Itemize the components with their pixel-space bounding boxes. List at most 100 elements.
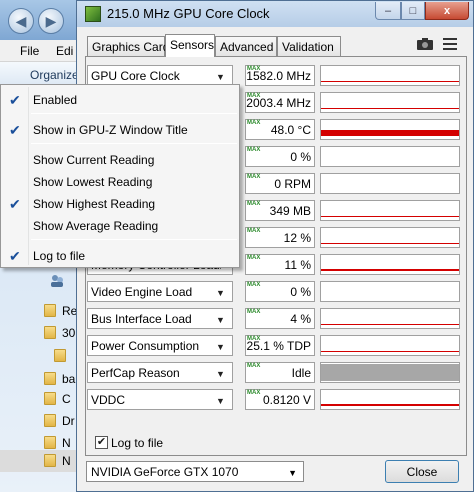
- menu-item-label: Enabled: [33, 93, 78, 107]
- tab-graphics-card[interactable]: Graphics Card: [87, 36, 169, 56]
- chevron-down-icon: ▼: [216, 72, 225, 82]
- checkmark-icon: ✔: [96, 436, 107, 448]
- menu-item[interactable]: Show Average Reading: [3, 215, 239, 237]
- max-badge: MAX: [247, 255, 261, 261]
- sensor-name-dropdown[interactable]: PerfCap Reason ▼: [87, 362, 233, 383]
- gpu-select-value: NVIDIA GeForce GTX 1070: [91, 465, 239, 479]
- tree-item-label: Dr: [62, 414, 75, 428]
- title-bar[interactable]: 215.0 MHz GPU Core Clock – □ x: [77, 1, 473, 27]
- sensor-value: MAX 0 %: [245, 281, 315, 302]
- gpu-select[interactable]: NVIDIA GeForce GTX 1070 ▼: [86, 461, 304, 482]
- sensor-value: MAX Idle: [245, 362, 315, 383]
- sensor-graph: [320, 335, 460, 356]
- chevron-down-icon: ▼: [216, 288, 225, 298]
- sensor-context-menu: ✔ Enabled ✔ Show in GPU-Z Window Title Show …: [0, 84, 240, 268]
- checkmark-icon: ✔: [9, 248, 21, 264]
- folder-icon: [54, 349, 66, 362]
- sensor-graph: [320, 389, 460, 410]
- sensor-graph: [320, 92, 460, 113]
- sensor-graph-fill: [321, 324, 459, 325]
- sensor-name-label: GPU Core Clock: [91, 69, 180, 83]
- sensor-value-text: 349 MB: [269, 204, 311, 218]
- max-badge: MAX: [247, 174, 261, 180]
- explorer-nav-buttons: ◀ ▶: [8, 8, 64, 34]
- tab-validation[interactable]: Validation: [277, 36, 341, 56]
- sensor-graph: [320, 200, 460, 221]
- sensor-graph: [320, 227, 460, 248]
- menu-item-label: Show in GPU-Z Window Title: [33, 123, 188, 137]
- menu-item[interactable]: ✔ Log to file: [3, 245, 239, 267]
- sensor-value-text: 11 %: [284, 258, 311, 272]
- sensor-value-text: 4 %: [290, 312, 311, 326]
- sensor-value-text: Idle: [291, 366, 311, 380]
- max-badge: MAX: [247, 336, 261, 342]
- sensor-graph: [320, 65, 460, 86]
- sensor-value: MAX 0 %: [245, 146, 315, 167]
- sensor-row: Power Consumption ▼ MAX 25.1 % TDP: [87, 335, 463, 357]
- sensor-value: MAX 48.0 °C: [245, 119, 315, 140]
- menu-icon[interactable]: [443, 38, 457, 50]
- camera-icon[interactable]: [417, 38, 433, 50]
- sensor-graph-fill: [321, 364, 459, 381]
- menu-file[interactable]: File: [20, 44, 39, 58]
- sensor-value: MAX 0.8120 V: [245, 389, 315, 410]
- tab-sensors[interactable]: Sensors: [165, 34, 215, 57]
- checkmark-icon: ✔: [9, 92, 21, 108]
- sensor-row: VDDC ▼ MAX 0.8120 V: [87, 389, 463, 411]
- sensor-graph-fill: [321, 81, 459, 82]
- menu-item-label: Show Average Reading: [33, 219, 159, 233]
- log-to-file-checkbox[interactable]: ✔: [95, 436, 108, 449]
- menu-item[interactable]: Show Current Reading: [3, 149, 239, 171]
- chevron-down-icon: ▼: [216, 396, 225, 406]
- sensor-value: MAX 11 %: [245, 254, 315, 275]
- max-badge: MAX: [247, 66, 261, 72]
- menu-item-label: Show Highest Reading: [33, 197, 156, 211]
- sensor-name-label: Power Consumption: [91, 339, 200, 353]
- folder-icon: [44, 326, 56, 339]
- max-badge: MAX: [247, 363, 261, 369]
- folder-icon: [44, 454, 56, 467]
- tab-advanced[interactable]: Advanced: [215, 36, 277, 56]
- sensor-graph: [320, 173, 460, 194]
- sensor-value: MAX 1582.0 MHz: [245, 65, 315, 86]
- sensor-name-dropdown[interactable]: Bus Interface Load ▼: [87, 308, 233, 329]
- sensor-row: PerfCap Reason ▼ MAX Idle: [87, 362, 463, 384]
- log-to-file-label: Log to file: [111, 436, 164, 450]
- sensor-graph-fill: [321, 108, 459, 109]
- sensor-name-dropdown[interactable]: Video Engine Load ▼: [87, 281, 233, 302]
- tree-item-label: N: [62, 436, 71, 450]
- minimize-button[interactable]: –: [375, 2, 401, 20]
- max-badge: MAX: [247, 201, 261, 207]
- menu-item[interactable]: ✔ Enabled: [3, 89, 239, 111]
- menu-item[interactable]: ✔ Show in GPU-Z Window Title: [3, 119, 239, 141]
- maximize-button[interactable]: □: [401, 2, 425, 20]
- sensor-graph: [320, 254, 460, 275]
- sensor-name-dropdown[interactable]: Power Consumption ▼: [87, 335, 233, 356]
- menu-edit[interactable]: Edi: [56, 44, 73, 58]
- sensor-value: MAX 25.1 % TDP: [245, 335, 315, 356]
- sensor-value: MAX 349 MB: [245, 200, 315, 221]
- window-close-button[interactable]: x: [425, 2, 469, 20]
- sensor-name-dropdown[interactable]: GPU Core Clock ▼: [87, 65, 233, 86]
- chevron-down-icon: ▼: [216, 315, 225, 325]
- folder-icon: [44, 372, 56, 385]
- chevron-down-icon: ▼: [216, 342, 225, 352]
- tree-item-label: ba: [62, 372, 76, 386]
- menu-item[interactable]: Show Lowest Reading: [3, 171, 239, 193]
- max-badge: MAX: [247, 147, 261, 153]
- back-arrow-icon[interactable]: ◀: [8, 8, 34, 34]
- sensor-name-label: PerfCap Reason: [91, 366, 180, 380]
- chevron-down-icon: ▼: [216, 369, 225, 379]
- sensor-name-dropdown[interactable]: VDDC ▼: [87, 389, 233, 410]
- max-badge: MAX: [247, 228, 261, 234]
- folder-icon: [44, 436, 56, 449]
- forward-arrow-icon[interactable]: ▶: [38, 8, 64, 34]
- close-button[interactable]: Close: [385, 460, 459, 483]
- menu-item[interactable]: ✔ Show Highest Reading: [3, 193, 239, 215]
- folder-icon: [44, 392, 56, 405]
- sensor-value: MAX 0 RPM: [245, 173, 315, 194]
- sensor-value: MAX 2003.4 MHz: [245, 92, 315, 113]
- sensor-row: Video Engine Load ▼ MAX 0 %: [87, 281, 463, 303]
- menu-item-label: Show Current Reading: [33, 153, 155, 167]
- organize-button[interactable]: Organize: [30, 68, 79, 82]
